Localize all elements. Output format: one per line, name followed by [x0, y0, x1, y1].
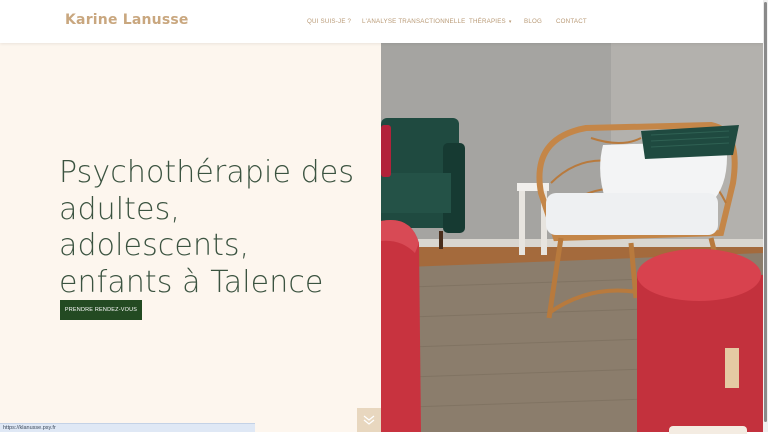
status-bar-url: https://klanusse.psy.fr: [0, 423, 255, 432]
chevron-double-down-icon: [363, 415, 375, 425]
nav-item-analyse-transactionnelle[interactable]: L'Analyse Transactionnelle: [362, 18, 465, 25]
nav-item-label: Thérapies: [469, 18, 506, 25]
page-scrollbar-thumb[interactable]: [764, 2, 767, 422]
site-header: Karine Lanusse Qui suis-je ? L'Analyse T…: [0, 0, 763, 43]
scroll-down-button[interactable]: [357, 408, 381, 432]
nav-item-label: Blog: [524, 18, 542, 25]
therapy-room-illustration: [381, 43, 763, 432]
nav-item-contact[interactable]: Contact: [556, 18, 587, 25]
hero-title: Psychothérapie des adultes, adolescents,…: [59, 155, 355, 300]
chevron-down-icon: ▾: [508, 19, 512, 25]
site-logo[interactable]: Karine Lanusse: [65, 12, 189, 28]
nav-item-label: Qui suis-je ?: [307, 18, 352, 25]
book-appointment-button[interactable]: Prendre rendez-vous: [60, 300, 142, 320]
floating-widget-tab[interactable]: [669, 426, 747, 434]
nav-item-therapies[interactable]: Thérapies ▾: [469, 18, 512, 25]
hero-image-therapy-room: [381, 43, 763, 432]
nav-item-label: Contact: [556, 18, 587, 25]
nav-item-label: L'Analyse Transactionnelle: [362, 18, 466, 25]
hero-section: Psychothérapie des adultes, adolescents,…: [0, 43, 381, 432]
nav-item-qui-suis-je[interactable]: Qui suis-je ?: [307, 18, 351, 25]
nav-item-blog[interactable]: Blog: [524, 18, 542, 25]
